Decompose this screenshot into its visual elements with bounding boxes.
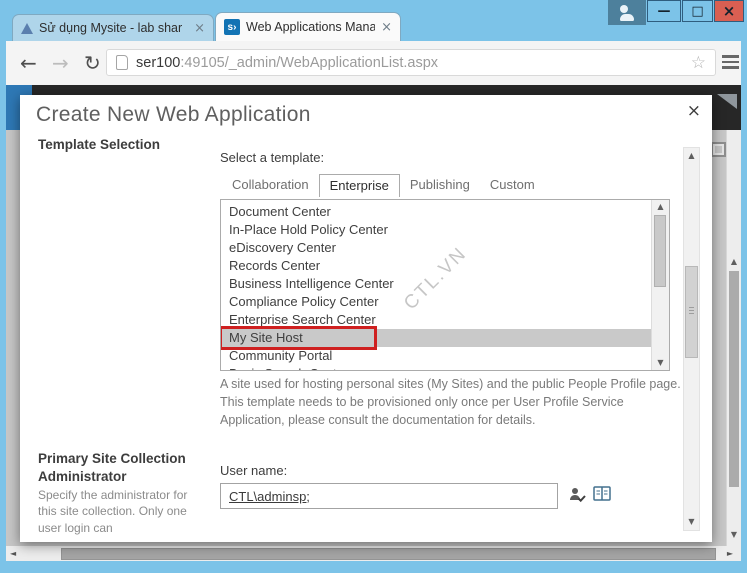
scroll-up-icon[interactable]: ▲ (727, 257, 741, 267)
scrollbar-thumb[interactable] (654, 215, 666, 287)
template-tab-custom[interactable]: Custom (480, 174, 545, 196)
template-selection-heading: Template Selection (38, 137, 161, 152)
minimize-button[interactable]: — (647, 0, 681, 22)
browser-tab-webapps[interactable]: s› Web Applications Manage × (215, 12, 401, 41)
focus-on-content-icon[interactable] (711, 142, 726, 157)
template-tab-collaboration[interactable]: Collaboration (222, 174, 319, 196)
red-annotation-box (221, 326, 377, 350)
template-list[interactable]: Document Center In-Place Hold Policy Cent… (220, 199, 670, 371)
site-favicon-icon (21, 22, 33, 34)
list-scrollbar[interactable]: ▲ ▼ (651, 200, 669, 370)
admin-section-description: Specify the administrator for this site … (38, 488, 188, 535)
template-list-item[interactable]: Document Center (221, 203, 652, 221)
scroll-up-icon[interactable]: ▲ (652, 202, 669, 212)
dialog-close-icon[interactable]: × (687, 101, 701, 121)
scrollbar-thumb[interactable] (61, 548, 716, 560)
scroll-up-icon[interactable]: ▲ (684, 151, 699, 161)
dialog-title: Create New Web Application (36, 103, 311, 126)
user-name-value: CTL\adminsp; (229, 488, 310, 504)
scroll-down-icon[interactable]: ▼ (684, 517, 699, 527)
template-list-item[interactable]: In-Place Hold Policy Center (221, 221, 652, 239)
scrollbar-thumb[interactable] (685, 266, 698, 358)
template-list-item[interactable]: Basic Search Center (221, 365, 652, 370)
scroll-down-icon[interactable]: ▼ (652, 358, 669, 368)
browser-window: — □ × Sử dụng Mysite - lab shar × s› Web… (0, 0, 747, 573)
scrollbar-thumb[interactable] (729, 271, 739, 487)
bookmark-star-icon[interactable]: ☆ (691, 53, 706, 73)
window-close-button[interactable]: × (714, 0, 744, 22)
reload-icon[interactable]: ↻ (84, 50, 101, 76)
user-name-input[interactable]: CTL\adminsp; (220, 483, 558, 509)
admin-section-heading: Primary Site Collection Administrator (38, 451, 186, 484)
maximize-button[interactable]: □ (682, 0, 713, 22)
browser-tab-mysite[interactable]: Sử dụng Mysite - lab shar × (12, 14, 214, 41)
template-list-item[interactable]: Compliance Policy Center (221, 293, 652, 311)
template-description: A site used for hosting personal sites (… (220, 377, 681, 427)
template-tab-publishing[interactable]: Publishing (400, 174, 480, 196)
scroll-left-icon[interactable]: ◄ (10, 549, 16, 558)
address-bar[interactable]: ser100:49105/_admin/WebApplicationList.a… (106, 49, 716, 76)
tab-title: Sử dụng Mysite - lab shar (39, 21, 183, 35)
tab-close-icon[interactable]: × (381, 21, 392, 34)
template-tab-enterprise[interactable]: Enterprise (318, 174, 400, 197)
tab-title: Web Applications Manage (246, 20, 376, 34)
scroll-down-icon[interactable]: ▼ (727, 530, 741, 540)
template-list-item[interactable]: My Site Host (221, 326, 652, 350)
template-tabs: Collaboration Enterprise Publishing Custom (222, 174, 545, 197)
profile-button[interactable] (608, 0, 646, 25)
suite-caret-icon (717, 94, 737, 109)
page-horizontal-scrollbar[interactable]: ◄ ► (6, 546, 741, 561)
sharepoint-favicon-icon: s› (224, 19, 240, 35)
tab-close-icon[interactable]: × (194, 22, 205, 35)
create-web-application-dialog: Create New Web Application × ▲ ▼ Templat… (20, 95, 712, 542)
user-name-label: User name: (220, 463, 288, 478)
back-icon[interactable]: ← (20, 50, 37, 76)
check-names-icon[interactable] (568, 486, 586, 509)
menu-icon[interactable] (722, 55, 739, 72)
browse-address-book-icon[interactable] (592, 485, 612, 508)
forward-icon[interactable]: → (52, 50, 69, 76)
browser-toolbar: ← → ↻ ser100:49105/_admin/WebApplication… (6, 41, 741, 85)
page-icon (116, 55, 128, 70)
person-icon (620, 4, 634, 21)
url-text[interactable]: ser100:49105/_admin/WebApplicationList.a… (136, 55, 438, 71)
dialog-scrollbar[interactable]: ▲ ▼ (683, 147, 700, 531)
select-template-label: Select a template: (220, 150, 325, 165)
scroll-right-icon[interactable]: ► (727, 549, 733, 558)
page-vertical-scrollbar[interactable]: ▲ ▼ (726, 130, 741, 546)
template-list-item[interactable]: eDiscovery Center (221, 239, 652, 257)
